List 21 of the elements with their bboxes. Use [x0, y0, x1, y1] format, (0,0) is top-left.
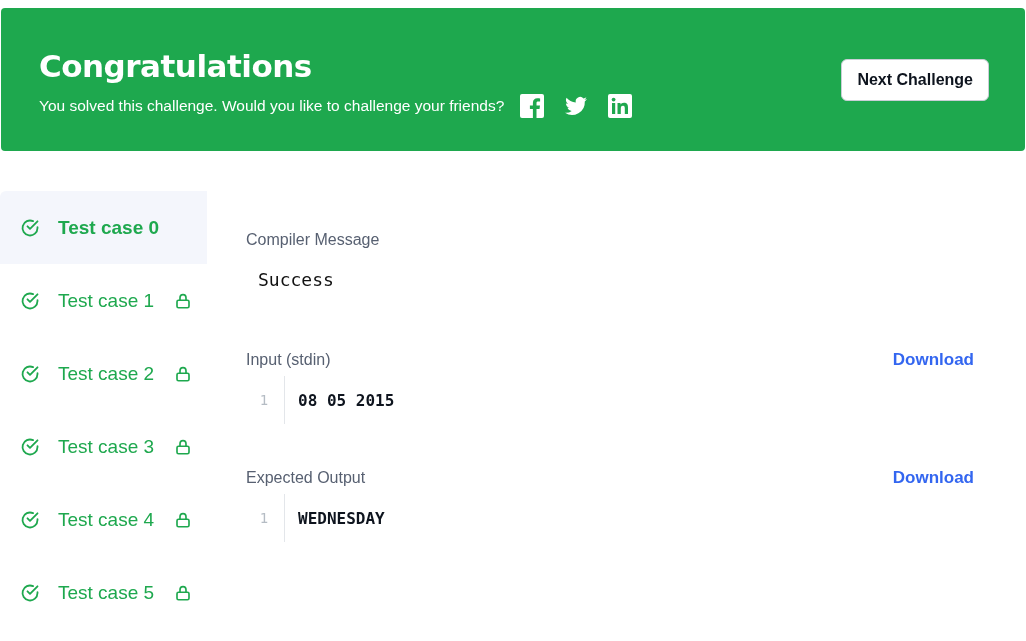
test-case-tab[interactable]: Test case 5: [0, 556, 207, 629]
code-line: WEDNESDAY: [297, 508, 385, 528]
section-title: Expected Output: [246, 469, 366, 487]
download-link[interactable]: Download: [892, 468, 974, 488]
next-challenge-button[interactable]: Next Challenge: [841, 58, 989, 101]
section-title: Input (stdin): [246, 351, 331, 369]
banner-message: You solved this challenge. Would you like to challenge your friends?: [39, 96, 505, 115]
section-title: Compiler Message: [246, 231, 380, 249]
line-number: 1: [246, 494, 285, 542]
test-case-tab[interactable]: Test case 2: [0, 337, 207, 410]
test-case-tab[interactable]: Test case 1: [0, 264, 207, 337]
banner-title: Congratulations: [39, 47, 313, 84]
test-case-tab[interactable]: Test case 0: [0, 191, 207, 264]
download-link[interactable]: Download: [892, 350, 974, 370]
line-number: 1: [246, 376, 285, 424]
test-case-tab[interactable]: Test case 3: [0, 410, 207, 483]
facebook-icon[interactable]: [520, 93, 545, 118]
code-line: 08 05 2015: [297, 390, 395, 410]
compiler-message: Success: [257, 269, 335, 290]
test-case-tab[interactable]: Test case 4: [0, 483, 207, 556]
linkedin-icon[interactable]: [608, 93, 633, 118]
